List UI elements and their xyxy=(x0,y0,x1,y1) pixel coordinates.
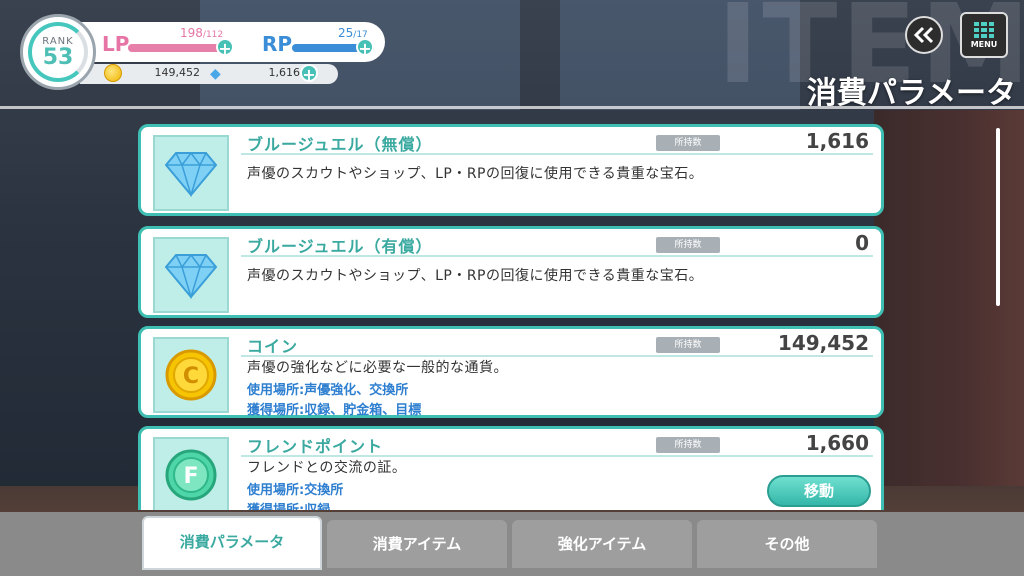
item-use-location: 使用場所:交換所 xyxy=(247,483,344,498)
rank-badge: RANK 53 xyxy=(20,14,96,90)
item-icon-box: C xyxy=(153,337,229,413)
blue-jewel-icon xyxy=(164,151,218,197)
item-count: 1,616 xyxy=(805,129,869,153)
lp-label: LP xyxy=(102,32,130,56)
blue-jewel-icon xyxy=(164,253,218,299)
item-name: ブルージュエル（有償） xyxy=(247,237,433,256)
move-button[interactable]: 移動 xyxy=(767,475,871,507)
owned-badge: 所持数 xyxy=(656,437,720,453)
item-card[interactable]: ブルージュエル（無償） 所持数 1,616 声優のスカウトやショップ、LP・RP… xyxy=(138,124,884,216)
friend-point-icon: F xyxy=(165,449,217,501)
item-card[interactable]: F フレンドポイント 所持数 1,660 フレンドとの交流の証。 使用場所:交換… xyxy=(138,426,884,510)
item-description: 声優のスカウトやショップ、LP・RPの回復に使用できる貴重な宝石。 xyxy=(247,166,704,182)
item-get-location: 獲得場所:収録、貯金箱、目標 xyxy=(247,403,422,418)
back-button[interactable] xyxy=(905,16,943,54)
item-count: 1,660 xyxy=(805,431,869,455)
tab-other[interactable]: その他 xyxy=(697,520,877,568)
jewel-amount: 1,616 xyxy=(268,66,301,79)
svg-text:C: C xyxy=(183,364,199,389)
item-get-location: 獲得場所:収録 xyxy=(247,499,330,510)
item-list[interactable]: ブルージュエル（無償） 所持数 1,616 声優のスカウトやショップ、LP・RP… xyxy=(138,124,886,510)
title-divider xyxy=(0,106,1024,109)
list-scrollbar[interactable] xyxy=(996,128,1000,306)
tab-consumable-params[interactable]: 消費パラメータ xyxy=(142,516,322,570)
lp-plus-button[interactable]: + xyxy=(216,38,234,58)
item-description: フレンドとの交流の証。 xyxy=(247,460,407,476)
category-tabs: 消費パラメータ 消費アイテム 強化アイテム その他 xyxy=(0,512,1024,576)
item-description: 声優の強化などに必要な一般的な通貨。 xyxy=(247,360,508,376)
jewel-icon: ◆ xyxy=(210,66,221,82)
owned-badge: 所持数 xyxy=(656,337,720,353)
item-card[interactable]: C コイン 所持数 149,452 声優の強化などに必要な一般的な通貨。 使用場… xyxy=(138,326,884,418)
item-count: 0 xyxy=(855,231,869,255)
jewel-plus-button[interactable]: + xyxy=(300,64,318,84)
player-status: RANK 53 LP 198/112 + RP 25/17 + 149,452 … xyxy=(20,14,385,90)
tab-consumable-items[interactable]: 消費アイテム xyxy=(327,520,507,568)
item-card[interactable]: ブルージュエル（有償） 所持数 0 声優のスカウトやショップ、LP・RPの回復に… xyxy=(138,226,884,318)
lp-bar xyxy=(128,44,228,52)
item-name: フレンドポイント xyxy=(247,437,384,456)
owned-badge: 所持数 xyxy=(656,135,720,151)
rank-value: 53 xyxy=(42,44,74,70)
tab-enhance-items[interactable]: 強化アイテム xyxy=(512,520,692,568)
lp-value: 198/112 xyxy=(180,26,224,40)
item-name: ブルージュエル（無償） xyxy=(247,135,433,154)
item-icon-box xyxy=(153,135,229,211)
item-icon-box xyxy=(153,237,229,313)
owned-badge: 所持数 xyxy=(656,237,720,253)
coin-amount: 149,452 xyxy=(154,66,201,79)
item-count: 149,452 xyxy=(777,331,869,355)
svg-text:F: F xyxy=(183,464,198,489)
double-chevron-left-icon xyxy=(913,26,934,44)
menu-label: MENU xyxy=(970,39,998,49)
item-name: コイン xyxy=(247,337,299,356)
grid-icon xyxy=(974,21,994,38)
coin-icon: C xyxy=(165,349,217,401)
rp-label: RP xyxy=(262,32,293,56)
item-icon-box: F xyxy=(153,437,229,510)
item-description: 声優のスカウトやショップ、LP・RPの回復に使用できる貴重な宝石。 xyxy=(247,268,704,284)
item-use-location: 使用場所:声優強化、交換所 xyxy=(247,383,409,398)
rp-plus-button[interactable]: + xyxy=(356,38,374,58)
menu-button[interactable]: MENU xyxy=(960,12,1008,58)
